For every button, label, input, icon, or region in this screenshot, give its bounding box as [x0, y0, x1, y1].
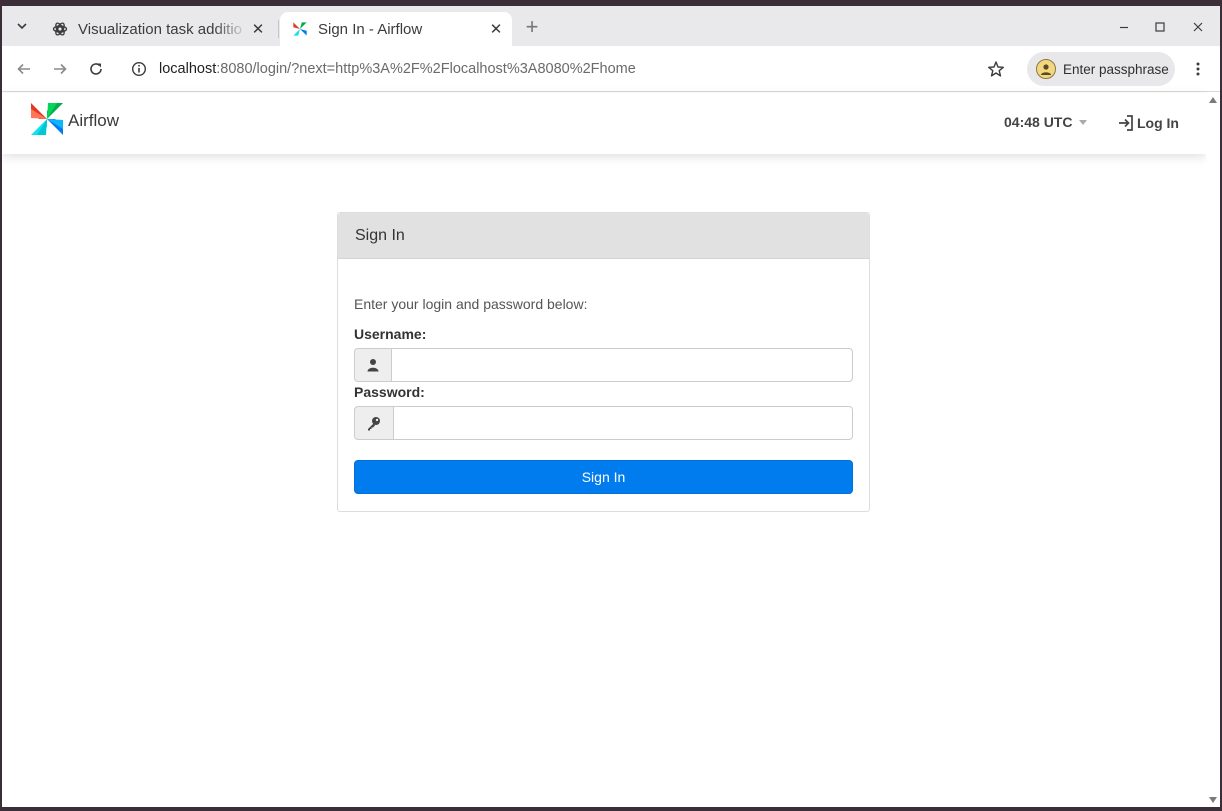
back-arrow-icon[interactable]: [12, 57, 36, 81]
log-in-label: Log In: [1137, 115, 1179, 131]
username-input[interactable]: [391, 348, 853, 382]
login-icon: [1119, 115, 1133, 131]
clock-time: 04:48 UTC: [1004, 114, 1073, 130]
log-in-link[interactable]: Log In: [1116, 113, 1179, 133]
user-icon: [354, 348, 391, 382]
sign-in-button[interactable]: Sign In: [354, 460, 853, 494]
close-tab-icon[interactable]: ✕: [486, 19, 506, 39]
scroll-down-arrow-icon[interactable]: [1209, 797, 1217, 803]
password-label: Password:: [354, 384, 425, 400]
password-input[interactable]: [393, 406, 853, 440]
sign-in-panel: Sign In Enter your login and password be…: [337, 212, 870, 512]
profile-avatar-icon: [1036, 59, 1056, 79]
url-text: localhost:8080/login/?next=http%3A%2F%2F…: [159, 61, 636, 77]
chevron-down-icon: [1079, 119, 1088, 125]
utc-clock-dropdown[interactable]: 04:48 UTC: [1004, 114, 1088, 130]
tab-strip: Visualization task additio ✕ Sign In - A…: [2, 6, 1220, 46]
tab-search-chevron-icon[interactable]: [10, 14, 34, 38]
scroll-up-arrow-icon[interactable]: [1209, 97, 1217, 103]
address-bar[interactable]: localhost:8080/login/?next=http%3A%2F%2F…: [122, 52, 1020, 86]
tab-visualization[interactable]: Visualization task additio ✕: [40, 12, 274, 46]
profile-label: Enter passphrase: [1063, 61, 1169, 77]
url-path: :8080/login/?next=http%3A%2F%2Flocalhost…: [216, 61, 636, 77]
airflow-navbar: Airflow 04:48 UTC Log In: [2, 93, 1206, 154]
page-scrollbar[interactable]: [1206, 93, 1220, 807]
openai-icon: [52, 21, 68, 37]
page-viewport: Airflow 04:48 UTC Log In Sign In Enter y…: [2, 93, 1220, 807]
reload-icon[interactable]: [84, 57, 108, 81]
tab-title: Visualization task additio: [78, 20, 242, 38]
bookmark-star-icon[interactable]: [986, 59, 1006, 79]
brand-name: Airflow: [68, 111, 120, 130]
url-host: localhost: [159, 61, 217, 77]
close-window-icon[interactable]: [1186, 15, 1210, 39]
tab-title: Sign In - Airflow: [318, 20, 423, 38]
airflow-brand-link[interactable]: Airflow: [29, 101, 120, 142]
site-info-icon[interactable]: [122, 61, 156, 77]
profile-passphrase-button[interactable]: Enter passphrase: [1027, 52, 1175, 86]
browser-toolbar: localhost:8080/login/?next=http%3A%2F%2F…: [2, 46, 1220, 92]
airflow-pinwheel-icon: [29, 101, 65, 142]
new-tab-button[interactable]: +: [520, 14, 544, 39]
tab-separator: [278, 20, 279, 38]
key-icon: [354, 406, 393, 440]
panel-body: Enter your login and password below: Use…: [338, 296, 869, 494]
username-group: [354, 348, 853, 382]
minimize-icon[interactable]: [1112, 15, 1136, 39]
forward-arrow-icon[interactable]: [48, 57, 72, 81]
browser-menu-icon[interactable]: [1186, 57, 1210, 81]
password-group: [354, 406, 853, 440]
tab-airflow-sign-in[interactable]: Sign In - Airflow ✕: [280, 12, 512, 46]
maximize-icon[interactable]: [1148, 15, 1172, 39]
panel-heading: Sign In: [338, 213, 869, 259]
browser-window: Visualization task additio ✕ Sign In - A…: [2, 6, 1220, 807]
airflow-pinwheel-icon: [292, 21, 308, 37]
close-tab-icon[interactable]: ✕: [248, 19, 268, 39]
username-label: Username:: [354, 326, 427, 342]
login-instructions: Enter your login and password below:: [354, 296, 588, 312]
